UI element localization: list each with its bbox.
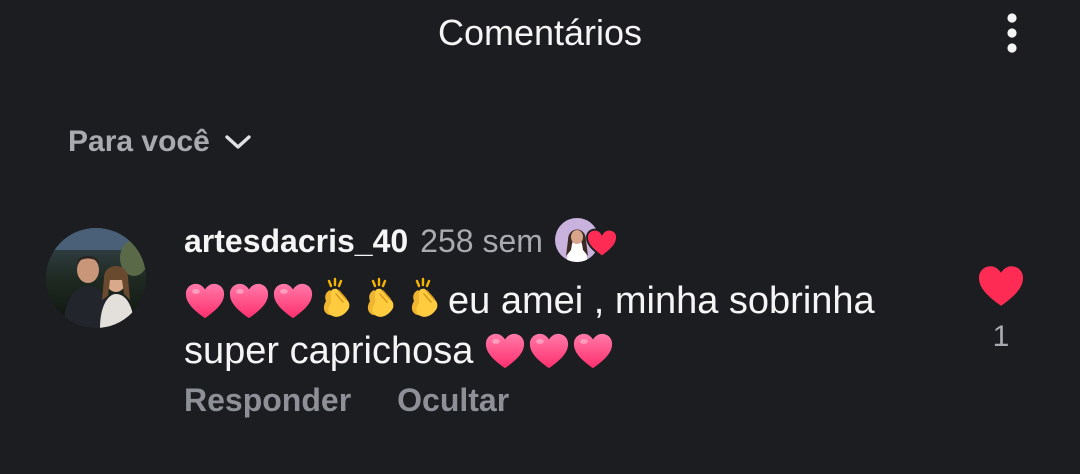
avatar[interactable] [46, 228, 146, 328]
clapping-hands-icon [316, 277, 358, 321]
comment-text-line: super caprichosa [184, 326, 954, 376]
clapping-hands-icon [360, 277, 402, 321]
comment-text-part2: super caprichosa [184, 330, 474, 372]
like-count: 1 [992, 320, 1010, 353]
pink-heart-icon [272, 281, 314, 321]
reply-button[interactable]: Responder [184, 382, 351, 419]
creator-liked-badge [554, 218, 619, 264]
pink-heart-icon [484, 331, 526, 371]
clapping-hands-icon [404, 277, 446, 321]
sort-label: Para você [68, 125, 210, 158]
hide-button[interactable]: Ocultar [397, 382, 509, 419]
more-options-button[interactable] [994, 8, 1030, 58]
comment-text-part1: eu amei , minha sobrinha [448, 280, 875, 322]
comment-text: eu amei , minha sobrinha super caprichos… [184, 276, 954, 376]
heart-filled-icon [979, 266, 1023, 306]
pink-heart-icon [572, 331, 614, 371]
page-title: Comentários [437, 12, 643, 53]
pink-heart-icon [228, 281, 270, 321]
heart-icon [585, 228, 618, 258]
comment-username[interactable]: artesdacris_40 [184, 223, 408, 260]
comment-timestamp: 258 sem [420, 222, 543, 259]
chevron-down-icon [224, 133, 252, 151]
pink-heart-icon [184, 281, 226, 321]
like-button[interactable] [974, 262, 1028, 310]
pink-heart-icon [528, 331, 570, 371]
comment-text-line: eu amei , minha sobrinha [184, 276, 954, 326]
comment-sort-dropdown[interactable]: Para você [68, 120, 252, 164]
more-vertical-icon [1007, 13, 1017, 53]
